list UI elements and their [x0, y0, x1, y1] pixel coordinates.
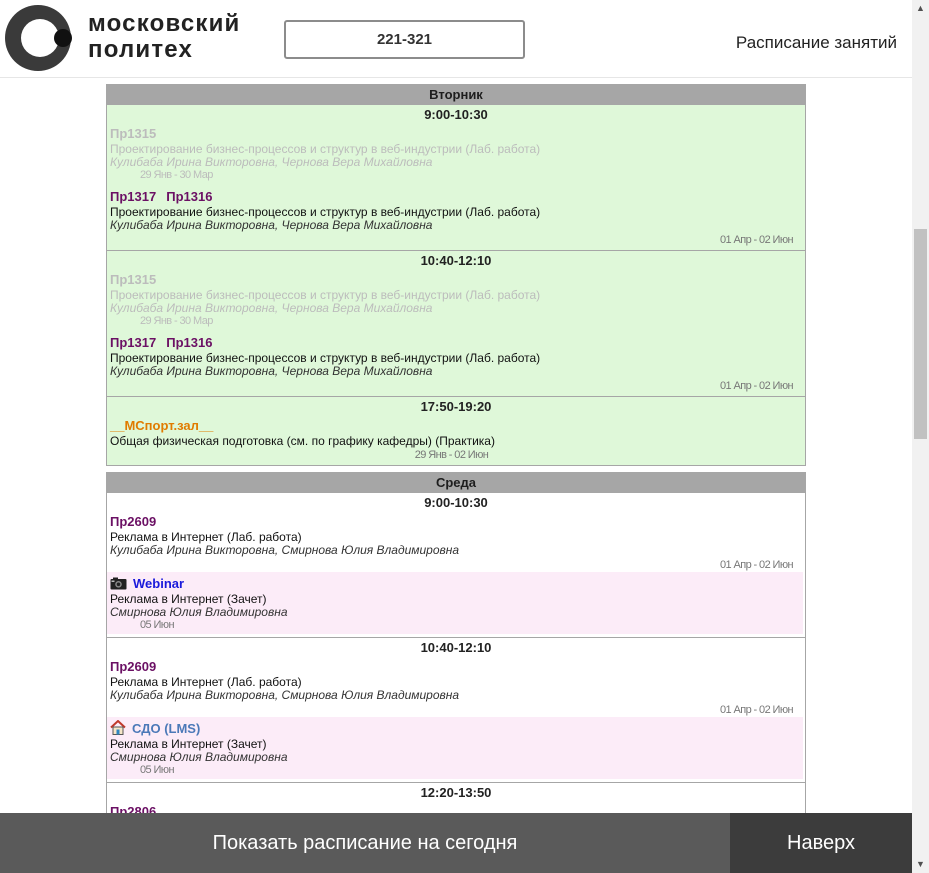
- lesson-item: Пр1315 Проектирование бизнес-процессов и…: [107, 125, 805, 182]
- room-link[interactable]: Пр1316: [166, 335, 212, 350]
- lesson-item-online: Webinar Реклама в Интернет (Зачет) Смирн…: [107, 572, 803, 634]
- site-header: московский политех 221-321 Расписание за…: [0, 0, 912, 78]
- day-header: Вторник: [107, 85, 805, 105]
- lesson-item: Пр1317 Пр1316 Проектирование бизнес-проце…: [107, 334, 805, 393]
- lesson-rooms: Пр1317 Пр1316: [110, 334, 793, 352]
- day-card-tuesday: Вторник 9:00-10:30 Пр1315 Проектирование…: [106, 84, 806, 466]
- pair-time: 12:20-13:50: [420, 785, 492, 800]
- lesson-rooms: Пр2806: [110, 803, 793, 813]
- lesson-item: Пр2806: [107, 803, 805, 813]
- lesson-dates: 01 Апр - 02 Июн: [719, 234, 794, 246]
- lesson-item: Пр1315 Проектирование бизнес-процессов и…: [107, 271, 805, 328]
- pair-block: 17:50-19:20 __МСпорт.зал__ Общая физичес…: [107, 396, 805, 465]
- lesson-teachers: Кулибаба Ирина Викторовна, Чернова Вера …: [110, 218, 433, 232]
- schedule-content: Вторник 9:00-10:30 Пр1315 Проектирование…: [0, 79, 912, 813]
- lms-link[interactable]: СДО (LMS): [132, 721, 200, 736]
- pair-time: 9:00-10:30: [424, 495, 488, 510]
- lesson-teachers: Кулибаба Ирина Викторовна, Чернова Вера …: [110, 364, 433, 378]
- lesson-item: Пр2609 Реклама в Интернет (Лаб. работа) …: [107, 658, 805, 717]
- lesson-dates: 01 Апр - 02 Июн: [719, 559, 794, 571]
- lesson-dates: 29 Янв - 30 Мар: [140, 315, 213, 327]
- day-card-wednesday: Среда 9:00-10:30 Пр2609 Реклама в Интерн…: [106, 472, 806, 813]
- pair-block: 12:20-13:50 Пр2806: [107, 782, 805, 813]
- lesson-item-online: СДО (LMS) Реклама в Интернет (Зачет) Сми…: [107, 717, 803, 779]
- lesson-rooms: Пр1317 Пр1316: [110, 188, 793, 206]
- room-link[interactable]: Пр1317: [110, 335, 156, 350]
- webinar-link[interactable]: Webinar: [133, 576, 184, 591]
- room-link[interactable]: Пр2806: [110, 804, 156, 813]
- pair-time: 9:00-10:30: [424, 107, 488, 122]
- logo-line-2: политех: [88, 36, 194, 63]
- pair-time: 17:50-19:20: [420, 399, 492, 414]
- room-link[interactable]: Пр1315: [110, 272, 156, 287]
- lesson-teachers: Кулибаба Ирина Викторовна, Смирнова Юлия…: [110, 543, 460, 557]
- university-name[interactable]: московский политех: [88, 11, 241, 63]
- lesson-teachers: Смирнова Юлия Владимировна: [110, 750, 288, 764]
- day-header: Среда: [107, 473, 805, 493]
- schedule-title-link[interactable]: Расписание занятий: [736, 33, 897, 53]
- lesson-subject: Общая физическая подготовка (см. по граф…: [110, 434, 495, 448]
- lesson-rooms: Пр2609: [110, 513, 793, 531]
- scroll-up-arrow-icon[interactable]: ▲: [912, 0, 929, 17]
- pair-block: 9:00-10:30 Пр2609 Реклама в Интернет (Ла…: [107, 493, 805, 637]
- page-scrollbar[interactable]: ▲ ▼: [912, 0, 929, 873]
- scrollbar-thumb[interactable]: [914, 229, 927, 439]
- lesson-item: Пр2609 Реклама в Интернет (Лаб. работа) …: [107, 513, 805, 572]
- room-link[interactable]: Пр1316: [166, 189, 212, 204]
- pair-block: 10:40-12:10 Пр1315 Проектирование бизнес…: [107, 250, 805, 396]
- lesson-dates: 05 Июн: [140, 619, 175, 631]
- lesson-dates: 29 Янв - 02 Июн: [414, 449, 489, 461]
- lesson-item: Пр1317 Пр1316 Проектирование бизнес-проце…: [107, 188, 805, 247]
- lesson-rooms: __МСпорт.зал__: [110, 417, 793, 435]
- lesson-rooms: СДО (LMS): [110, 720, 791, 738]
- lesson-dates: 05 Июн: [140, 764, 175, 776]
- pair-time: 10:40-12:10: [420, 640, 492, 655]
- pair-block: 9:00-10:30 Пр1315 Проектирование бизнес-…: [107, 105, 805, 250]
- lesson-item: __МСпорт.зал__ Общая физическая подготов…: [107, 417, 805, 462]
- room-link[interactable]: Пр1315: [110, 126, 156, 141]
- room-link[interactable]: __МСпорт.зал__: [110, 418, 213, 433]
- lesson-rooms: Webinar: [110, 575, 791, 593]
- scroll-top-button[interactable]: Наверх: [730, 813, 912, 873]
- lesson-rooms: Пр2609: [110, 658, 793, 676]
- lesson-rooms: Пр1315: [110, 125, 793, 143]
- lesson-teachers: Кулибаба Ирина Викторовна, Чернова Вера …: [110, 155, 433, 169]
- scroll-down-arrow-icon[interactable]: ▼: [912, 856, 929, 873]
- lesson-teachers: Кулибаба Ирина Викторовна, Смирнова Юлия…: [110, 688, 460, 702]
- logo-line-1: московский: [88, 10, 241, 37]
- room-link[interactable]: Пр2609: [110, 659, 156, 674]
- show-today-button[interactable]: Показать расписание на сегодня: [0, 813, 730, 873]
- pair-block: 10:40-12:10 Пр2609 Реклама в Интернет (Л…: [107, 637, 805, 782]
- lesson-dates: 01 Апр - 02 Июн: [719, 380, 794, 392]
- lesson-dates: 01 Апр - 02 Июн: [719, 704, 794, 716]
- lesson-teachers: Смирнова Юлия Владимировна: [110, 605, 288, 619]
- room-link[interactable]: Пр2609: [110, 514, 156, 529]
- lesson-teachers: Кулибаба Ирина Викторовна, Чернова Вера …: [110, 301, 433, 315]
- polytech-logo[interactable]: [4, 4, 74, 72]
- house-icon: [110, 720, 126, 735]
- lesson-rooms: Пр1315: [110, 271, 793, 289]
- group-input[interactable]: 221-321: [284, 20, 525, 59]
- room-link[interactable]: Пр1317: [110, 189, 156, 204]
- pair-time: 10:40-12:10: [420, 253, 492, 268]
- lesson-dates: 29 Янв - 30 Мар: [140, 169, 213, 181]
- camera-icon: [110, 577, 127, 590]
